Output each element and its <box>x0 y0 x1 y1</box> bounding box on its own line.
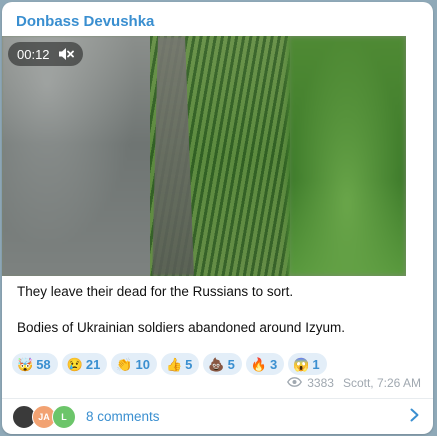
reaction-count: 5 <box>227 356 235 372</box>
reactions-bar: 🤯 58 😢 21 👏 10 👍 5 💩 5 🔥 3 😱 1 <box>12 353 327 375</box>
reaction-count: 3 <box>270 356 278 372</box>
reaction-thumbs-up[interactable]: 👍 5 <box>160 353 200 375</box>
reaction-count: 5 <box>185 356 193 372</box>
comments-button[interactable]: JA L 8 comments <box>2 399 433 434</box>
comments-label: 8 comments <box>86 409 160 424</box>
video-duration: 00:12 <box>17 46 50 62</box>
avatar: L <box>52 404 76 429</box>
poop-icon: 💩 <box>208 356 225 372</box>
reaction-crying[interactable]: 😢 21 <box>61 353 108 375</box>
reaction-count: 10 <box>135 356 150 372</box>
reaction-count: 58 <box>36 356 51 372</box>
commenter-avatars: JA L <box>12 404 78 429</box>
eye-icon <box>287 376 303 390</box>
post-meta: 3383 Scott, 7:26 AM <box>287 376 421 390</box>
thumbs-up-icon: 👍 <box>165 356 183 372</box>
video-frame-right <box>288 36 406 276</box>
reaction-count: 21 <box>85 356 101 372</box>
view-count: 3383 <box>307 376 334 390</box>
video-side-strip <box>406 36 433 276</box>
post-caption-line1: They leave their dead for the Russians t… <box>17 284 294 299</box>
reaction-poop[interactable]: 💩 5 <box>203 353 242 375</box>
post-caption-line2: Bodies of Ukrainian soldiers abandoned a… <box>17 320 345 335</box>
video-duration-badge[interactable]: 00:12 <box>8 42 83 66</box>
reaction-fire[interactable]: 🔥 3 <box>245 353 285 375</box>
video-frame-left <box>2 36 152 276</box>
clapping-hands-icon: 👏 <box>116 356 133 372</box>
chevron-right-icon[interactable] <box>410 408 419 427</box>
reaction-count: 1 <box>312 356 320 372</box>
exploding-head-icon: 🤯 <box>17 356 34 372</box>
fire-icon: 🔥 <box>250 356 267 372</box>
video-player[interactable]: 00:12 <box>2 36 406 276</box>
reaction-clap[interactable]: 👏 10 <box>111 353 157 375</box>
channel-name[interactable]: Donbass Devushka <box>16 13 154 30</box>
reaction-scream[interactable]: 😱 1 <box>288 353 327 375</box>
channel-post: Donbass Devushka 00:12 They leave their … <box>2 2 433 434</box>
reaction-exploding-head[interactable]: 🤯 58 <box>12 353 58 375</box>
screaming-face-icon: 😱 <box>293 356 310 372</box>
crying-face-icon: 😢 <box>66 356 83 372</box>
mute-icon[interactable] <box>58 47 74 61</box>
post-author-time: Scott, 7:26 AM <box>342 376 421 390</box>
